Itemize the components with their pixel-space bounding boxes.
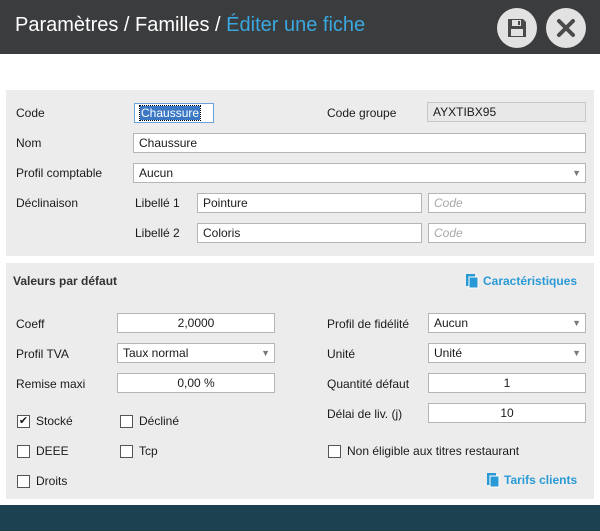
chevron-down-icon: ▼ — [572, 168, 581, 178]
checkbox-empty-icon — [120, 414, 133, 428]
droits-checkbox[interactable]: Droits — [17, 474, 67, 488]
code-input[interactable]: Chaussure — [134, 103, 214, 123]
quantite-input[interactable]: 1 — [428, 373, 586, 393]
caracteristiques-link[interactable]: Caractéristiques — [465, 273, 577, 289]
quantite-label: Quantité défaut — [327, 377, 410, 391]
toolbar-spacer — [0, 54, 600, 88]
tarifs-clients-link[interactable]: Tarifs clients — [486, 472, 577, 488]
nom-input[interactable]: Chaussure — [133, 133, 586, 153]
remise-label: Remise maxi — [16, 377, 86, 391]
profil-fidelite-select[interactable]: Aucun ▼ — [428, 313, 586, 333]
code-groupe-field: AYXTIBX95 — [427, 102, 586, 122]
coeff-input[interactable]: 2,0000 — [117, 313, 275, 333]
document-icon — [487, 473, 500, 488]
chevron-down-icon: ▼ — [261, 348, 270, 358]
unite-select[interactable]: Unité ▼ — [428, 343, 586, 363]
tcp-checkbox[interactable]: Tcp — [120, 444, 158, 458]
title-bar: Paramètres / Familles / Éditer une fiche — [0, 0, 600, 54]
breadcrumb-current: Éditer une fiche — [226, 14, 366, 36]
checkbox-empty-icon — [17, 474, 30, 488]
libelle1-code-input[interactable]: Code — [428, 193, 586, 213]
section-title: Valeurs par défaut — [13, 274, 118, 288]
checkbox-empty-icon — [120, 444, 133, 458]
profil-comptable-select[interactable]: Aucun ▼ — [133, 163, 586, 183]
chevron-down-icon: ▼ — [572, 348, 581, 358]
save-button[interactable] — [497, 8, 537, 48]
profil-tva-label: Profil TVA — [16, 347, 69, 361]
checkbox-empty-icon — [328, 444, 341, 458]
chevron-down-icon: ▼ — [572, 318, 581, 328]
libelle2-input[interactable]: Coloris — [197, 223, 422, 243]
remise-input[interactable]: 0,00 % — [117, 373, 275, 393]
breadcrumb-separator: / — [209, 14, 227, 36]
floppy-disk-icon — [508, 19, 526, 37]
breadcrumb-separator: / — [118, 14, 136, 36]
delai-input[interactable]: 10 — [428, 403, 586, 423]
libelle1-input[interactable]: Pointure — [197, 193, 422, 213]
libelle2-label: Libellé 2 — [135, 226, 180, 240]
stocke-checkbox[interactable]: ✔ Stocké — [17, 414, 73, 428]
deee-checkbox[interactable]: DEEE — [17, 444, 69, 458]
checkbox-empty-icon — [17, 444, 30, 458]
declinaison-label: Déclinaison — [16, 196, 79, 210]
libelle2-code-input[interactable]: Code — [428, 223, 586, 243]
nom-label: Nom — [16, 136, 42, 150]
general-panel: Code Chaussure Code groupe AYXTIBX95 Nom… — [6, 90, 594, 256]
breadcrumb-familles[interactable]: Familles — [135, 14, 209, 36]
breadcrumb: Paramètres / Familles / Éditer une fiche — [15, 14, 365, 37]
document-icon — [466, 274, 479, 289]
defaults-panel: Valeurs par défaut Caractéristiques Coef… — [6, 263, 594, 499]
close-button[interactable] — [546, 8, 586, 48]
decline-checkbox[interactable]: Décliné — [120, 414, 179, 428]
checkbox-checked-icon: ✔ — [17, 414, 30, 428]
breadcrumb-parametres[interactable]: Paramètres — [15, 14, 118, 36]
profil-fidelite-label: Profil de fidélité — [327, 317, 410, 331]
non-eligible-checkbox[interactable]: Non éligible aux titres restaurant — [328, 444, 519, 458]
coeff-label: Coeff — [16, 317, 45, 331]
delai-label: Délai de liv. (j) — [327, 407, 403, 421]
unite-label: Unité — [327, 347, 356, 361]
close-x-icon — [557, 19, 575, 37]
libelle1-label: Libellé 1 — [135, 196, 180, 210]
footer-bar — [0, 505, 600, 531]
code-groupe-label: Code groupe — [327, 106, 397, 120]
profil-comptable-label: Profil comptable — [16, 166, 103, 180]
code-label: Code — [16, 106, 45, 120]
profil-tva-select[interactable]: Taux normal ▼ — [117, 343, 275, 363]
